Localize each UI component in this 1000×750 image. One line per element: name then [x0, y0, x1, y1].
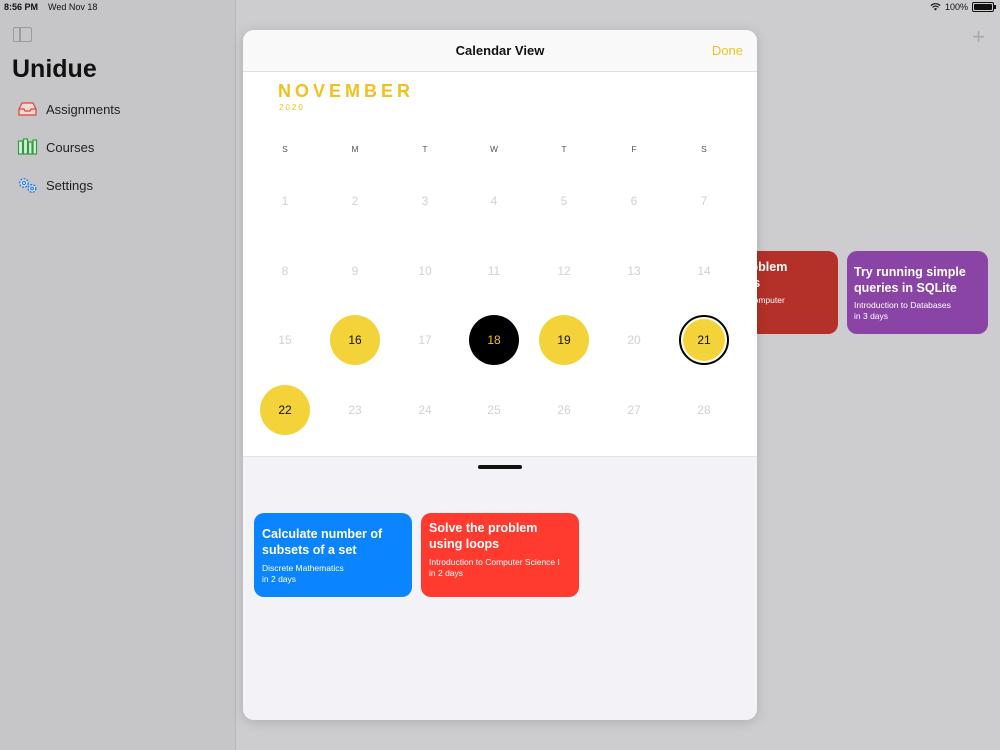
calendar-day[interactable]: 27: [609, 385, 659, 435]
calendar-day[interactable]: 13: [609, 246, 659, 296]
month-label: NOVEMBER: [278, 81, 415, 101]
tray-icon: [18, 102, 37, 116]
battery-percent: 100%: [944, 2, 968, 12]
card-course: Discrete Mathematics: [262, 563, 344, 573]
status-time: 8:56 PM: [4, 2, 39, 12]
weekday-label: M: [351, 144, 359, 154]
sidebar: Unidue Assignments Courses Settings: [0, 0, 236, 750]
sidebar-item-courses[interactable]: Courses: [17, 138, 94, 156]
calendar-day[interactable]: 11: [469, 246, 519, 296]
status-date: Wed Nov 18: [48, 2, 98, 12]
sidebar-item-settings[interactable]: Settings: [17, 176, 93, 194]
calendar-day[interactable]: 10: [400, 246, 450, 296]
weekday-label: S: [701, 144, 707, 154]
modal-header: Calendar View Done: [243, 30, 757, 72]
calendar-day[interactable]: 1: [260, 176, 310, 226]
weekday-label: F: [631, 144, 637, 154]
calendar-day[interactable]: 6: [609, 176, 659, 226]
calendar-day[interactable]: 3: [400, 176, 450, 226]
weekday-label: W: [489, 144, 499, 154]
wifi-icon: [930, 3, 941, 11]
card-title: Calculate number of subsets of a set: [262, 527, 383, 557]
card-due: in 2 days: [429, 567, 464, 578]
calendar-day[interactable]: 14: [679, 246, 729, 296]
app-title: Unidue: [12, 55, 97, 83]
gears-icon: [19, 178, 37, 193]
sidebar-item-assignments[interactable]: Assignments: [17, 100, 120, 118]
assignment-card[interactable]: Calculate number of subsets of a set Dis…: [254, 513, 412, 597]
calendar-day[interactable]: 24: [400, 385, 450, 435]
card-course: Introduction to Computer Science I: [429, 557, 560, 567]
books-icon: [17, 138, 38, 155]
card-course: to Computer: [745, 295, 785, 305]
sheet-grabber[interactable]: [478, 465, 522, 469]
modal-title: Calendar View: [455, 43, 545, 58]
calendar-day[interactable]: 8: [260, 246, 310, 296]
sidebar-item-label: Courses: [46, 139, 95, 155]
calendar-modal: Calendar View Done NOVEMBER 2020 S M T W T F S…: [243, 30, 757, 720]
calendar-day[interactable]: 20: [609, 315, 659, 365]
card-title: problem ops: [745, 260, 788, 290]
calendar-day[interactable]: 15: [260, 315, 310, 365]
calendar-day[interactable]: 25: [469, 385, 519, 435]
card-due: in 2 days: [262, 573, 297, 584]
background-assignment-card[interactable]: Try running simple queries in SQLite Int…: [847, 251, 988, 334]
card-title: Solve the problem using loops: [429, 521, 538, 551]
assignments-sheet: Calculate number of subsets of a set Dis…: [243, 456, 757, 720]
sidebar-toggle-icon[interactable]: [13, 27, 32, 42]
sidebar-item-label: Settings: [46, 177, 93, 193]
calendar-day[interactable]: 22: [260, 385, 310, 435]
calendar-day[interactable]: 23: [330, 385, 380, 435]
calendar-day[interactable]: 12: [539, 246, 589, 296]
calendar-day[interactable]: 28: [679, 385, 729, 435]
add-icon[interactable]: +: [972, 24, 985, 50]
year-label: 2020: [279, 103, 305, 112]
done-button[interactable]: Done: [712, 43, 743, 58]
calendar-day[interactable]: 19: [539, 315, 589, 365]
weekday-label: T: [561, 144, 567, 154]
status-bar: 8:56 PM Wed Nov 18 100%: [0, 0, 1000, 14]
calendar-day[interactable]: 21: [679, 315, 729, 365]
weekday-label: S: [282, 144, 288, 154]
sidebar-item-label: Assignments: [46, 101, 121, 117]
assignment-card[interactable]: Solve the problem using loops Introducti…: [421, 513, 579, 597]
background-assignment-card[interactable]: problem ops to Computer: [745, 251, 838, 334]
card-due: in 3 days: [854, 311, 889, 321]
calendar-day[interactable]: 17: [400, 315, 450, 365]
calendar-day[interactable]: 26: [539, 385, 589, 435]
calendar-day[interactable]: 9: [330, 246, 380, 296]
battery-icon: [972, 2, 996, 12]
calendar-day[interactable]: 4: [469, 176, 519, 226]
weekday-label: T: [422, 144, 428, 154]
calendar-day[interactable]: 7: [679, 176, 729, 226]
calendar-day[interactable]: 16: [330, 315, 380, 365]
calendar-day[interactable]: 2: [330, 176, 380, 226]
card-course: Introduction to Databases: [854, 300, 951, 310]
calendar-day[interactable]: 5: [539, 176, 589, 226]
status-right: 100%: [930, 2, 996, 12]
calendar-day[interactable]: 18: [469, 315, 519, 365]
card-title: Try running simple queries in SQLite: [854, 265, 966, 295]
